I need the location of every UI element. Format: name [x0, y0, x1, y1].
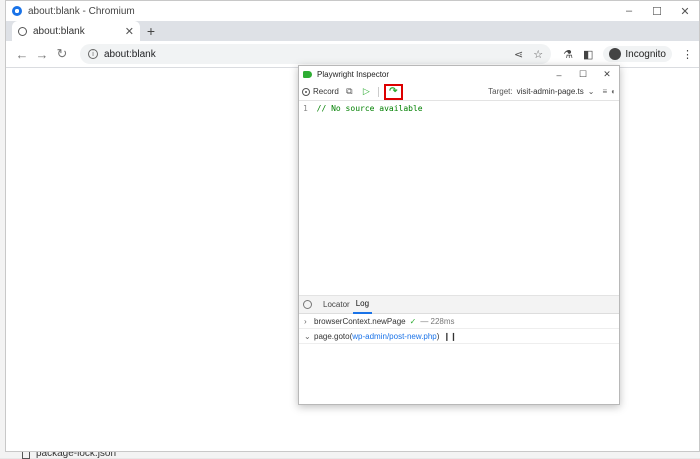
- inspector-window-controls: – ☐ ✕: [547, 66, 619, 83]
- log-duration: — 228ms: [420, 317, 454, 326]
- theme-toggle-icon[interactable]: ◐: [611, 87, 616, 96]
- inspector-toolbar: Record ⧉ ▷ ↷ Target: visit-admin-page.ts…: [299, 83, 619, 101]
- playwright-logo-icon: [303, 71, 312, 78]
- step-over-icon[interactable]: ↷: [384, 84, 403, 100]
- target-value: visit-admin-page.ts: [517, 87, 584, 96]
- window-titlebar: about:blank - Chromium – ☐ ✕: [6, 1, 699, 21]
- record-icon[interactable]: [302, 88, 310, 96]
- share-icon[interactable]: ⋖: [514, 48, 523, 61]
- incognito-label: Incognito: [625, 49, 666, 60]
- toolbar-divider: [378, 87, 379, 97]
- log-action-prefix: page.goto(: [314, 332, 352, 341]
- log-action: browserContext.newPage: [314, 317, 406, 326]
- log-action-suffix: ): [437, 332, 440, 341]
- maximize-button[interactable]: ☐: [643, 1, 671, 21]
- incognito-badge[interactable]: Incognito: [603, 46, 672, 62]
- close-window-button[interactable]: ✕: [671, 1, 699, 21]
- tab-log[interactable]: Log: [353, 296, 372, 314]
- pick-locator-icon[interactable]: [303, 300, 312, 309]
- chromium-icon: [12, 6, 22, 16]
- new-tab-button[interactable]: +: [140, 21, 162, 41]
- tab-strip: about:blank ✕ +: [6, 21, 699, 41]
- log-action-link[interactable]: wp-admin/post-new.php: [352, 332, 437, 341]
- line-number: 1: [303, 104, 308, 113]
- inspector-panel-tabs: Locator Log: [299, 296, 619, 314]
- address-text: about:blank: [104, 49, 156, 60]
- back-icon[interactable]: ←: [12, 44, 32, 64]
- inspector-close-button[interactable]: ✕: [595, 66, 619, 83]
- close-tab-icon[interactable]: ✕: [125, 25, 134, 38]
- browser-toolbar: ← → ↻ i about:blank ⋖ ☆ ⚗ ◧ Incognito ⋮: [6, 41, 699, 68]
- reload-icon[interactable]: ↻: [52, 44, 72, 64]
- log-entry[interactable]: ⌄ page.goto( wp-admin/post-new.php ) ❙❙: [299, 329, 619, 344]
- inspector-minimize-button[interactable]: –: [547, 66, 571, 83]
- tab-title: about:blank: [33, 26, 85, 37]
- info-icon[interactable]: i: [88, 49, 98, 59]
- code-line: // No source available: [317, 104, 423, 113]
- target-selector[interactable]: Target: visit-admin-page.ts ⌄ ≡ ◐: [488, 87, 616, 96]
- record-label[interactable]: Record: [313, 87, 339, 96]
- menu-kebab-icon[interactable]: ⋮: [682, 48, 693, 61]
- inspector-title: Playwright Inspector: [317, 70, 389, 79]
- minimize-button[interactable]: –: [615, 1, 643, 21]
- resume-icon[interactable]: ▷: [360, 85, 373, 98]
- tab-locator[interactable]: Locator: [320, 296, 353, 314]
- incognito-icon: [609, 48, 621, 60]
- wrap-lines-icon[interactable]: ≡: [602, 87, 607, 96]
- paused-icon: ❙❙: [443, 332, 456, 341]
- target-label: Target:: [488, 87, 512, 96]
- address-bar[interactable]: i about:blank ⋖ ☆: [80, 44, 551, 64]
- globe-icon: [18, 27, 27, 36]
- log-entry[interactable]: › browserContext.newPage ✓ — 228ms: [299, 314, 619, 329]
- chevron-right-icon: ›: [304, 317, 314, 326]
- check-icon: ✓: [410, 317, 417, 326]
- inspector-titlebar: Playwright Inspector – ☐ ✕: [299, 66, 619, 83]
- source-code-pane[interactable]: 1 // No source available: [299, 101, 619, 296]
- copy-icon[interactable]: ⧉: [343, 85, 356, 98]
- flask-extension-icon[interactable]: ⚗: [563, 48, 573, 61]
- chevron-down-icon: ⌄: [588, 87, 595, 96]
- playwright-inspector-window: Playwright Inspector – ☐ ✕ Record ⧉ ▷ ↷ …: [298, 65, 620, 405]
- window-controls: – ☐ ✕: [615, 1, 699, 21]
- chevron-down-icon: ⌄: [304, 332, 314, 341]
- browser-tab[interactable]: about:blank ✕: [12, 21, 140, 41]
- window-title: about:blank - Chromium: [28, 6, 135, 17]
- forward-icon[interactable]: →: [32, 44, 52, 64]
- side-panel-icon[interactable]: ◧: [583, 48, 593, 61]
- bookmark-star-icon[interactable]: ☆: [533, 48, 543, 61]
- inspector-maximize-button[interactable]: ☐: [571, 66, 595, 83]
